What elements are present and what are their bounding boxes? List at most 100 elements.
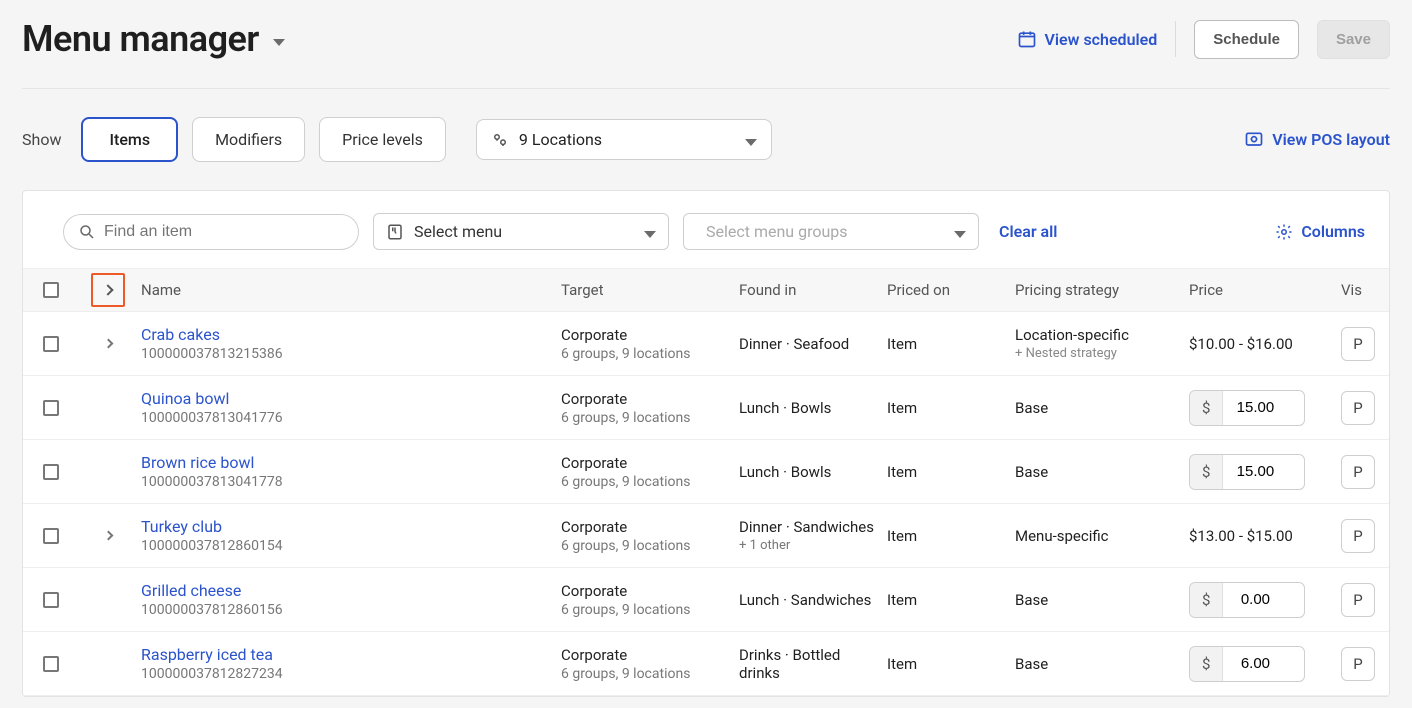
col-priced: Priced on	[883, 281, 1011, 299]
row-checkbox[interactable]	[43, 464, 59, 480]
show-label: Show	[22, 130, 61, 149]
chevron-right-icon	[102, 284, 113, 295]
table-row: Grilled cheese 100000037812860156 Corporat…	[23, 568, 1389, 632]
item-id: 100000037813041778	[141, 474, 553, 490]
col-name: Name	[137, 281, 557, 299]
currency-prefix: $	[1190, 647, 1223, 681]
found-in: Lunch · Bowls	[739, 463, 879, 481]
gear-icon	[1275, 223, 1293, 241]
tab-modifiers[interactable]: Modifiers	[192, 117, 305, 162]
visibility-button[interactable]: P	[1341, 583, 1375, 617]
currency-prefix: $	[1190, 391, 1223, 425]
tab-items[interactable]: Items	[81, 117, 178, 162]
chevron-right-icon[interactable]	[103, 531, 113, 541]
layout-icon	[1244, 130, 1264, 150]
item-name-link[interactable]: Grilled cheese	[141, 581, 553, 600]
col-visibility: Vis	[1337, 281, 1377, 299]
row-checkbox[interactable]	[43, 528, 59, 544]
item-name-link[interactable]: Quinoa bowl	[141, 389, 553, 408]
select-groups-label: Select menu groups	[706, 222, 954, 241]
item-id: 100000037813041776	[141, 410, 553, 426]
found-in: Dinner · Sandwiches	[739, 518, 879, 536]
select-menu[interactable]: Select menu	[373, 213, 669, 250]
price-input[interactable]	[1223, 647, 1287, 680]
priced-on: Item	[883, 591, 1011, 609]
item-name-link[interactable]: Raspberry iced tea	[141, 645, 553, 664]
priced-on: Item	[883, 399, 1011, 417]
schedule-button[interactable]: Schedule	[1194, 20, 1299, 59]
view-scheduled-button[interactable]: View scheduled	[1017, 29, 1158, 49]
currency-prefix: $	[1190, 583, 1223, 617]
table-row: Turkey club100000037812860154Corporate6 …	[23, 504, 1389, 568]
item-id: 100000037812860154	[141, 538, 553, 554]
page-title: Menu manager	[22, 18, 259, 60]
row-checkbox[interactable]	[43, 336, 59, 352]
pricing-strategy: Base	[1015, 399, 1181, 417]
separator	[1175, 21, 1176, 57]
search-wrap	[63, 214, 359, 250]
found-in: Lunch · Bowls	[739, 399, 879, 417]
target: Corporate	[561, 646, 731, 664]
found-in: Drinks · Bottled drinks	[739, 646, 879, 682]
clear-all-button[interactable]: Clear all	[999, 222, 1057, 241]
search-input[interactable]	[104, 223, 344, 241]
priced-on: Item	[883, 335, 1011, 353]
item-id: 100000037812827234	[141, 666, 553, 682]
found-in: Dinner · Seafood	[739, 335, 879, 353]
pricing-strategy: Menu-specific	[1015, 527, 1181, 545]
chevron-right-icon[interactable]	[103, 339, 113, 349]
target: Corporate	[561, 326, 731, 344]
price-input[interactable]	[1223, 455, 1287, 488]
price-input[interactable]	[1223, 391, 1287, 424]
tab-price-levels[interactable]: Price levels	[319, 117, 446, 162]
priced-on: Item	[883, 655, 1011, 673]
columns-button[interactable]: Columns	[1275, 222, 1365, 241]
pricing-strategy: Location-specific	[1015, 326, 1181, 344]
row-checkbox[interactable]	[43, 592, 59, 608]
locations-select[interactable]: 9 Locations	[476, 119, 772, 160]
menu-icon	[386, 223, 404, 241]
table-row: Quinoa bowl100000037813041776Corporate6 …	[23, 376, 1389, 440]
visibility-button[interactable]: P	[1341, 391, 1375, 425]
price-input-wrap: $	[1189, 454, 1305, 490]
target: Corporate	[561, 518, 731, 536]
select-all-checkbox[interactable]	[43, 282, 59, 298]
price-input-wrap: $	[1189, 582, 1305, 618]
table-row: Brown rice bowl 100000037813041778 Corpora…	[23, 440, 1389, 504]
item-name-link[interactable]: Turkey club	[141, 517, 553, 536]
select-menu-groups[interactable]: Select menu groups	[683, 213, 979, 250]
item-name-link[interactable]: Brown rice bowl	[141, 453, 553, 472]
price-input-wrap: $	[1189, 390, 1305, 426]
price-input[interactable]	[1223, 583, 1287, 616]
visibility-button[interactable]: P	[1341, 455, 1375, 489]
row-checkbox[interactable]	[43, 400, 59, 416]
row-checkbox[interactable]	[43, 656, 59, 672]
caret-down-icon	[273, 39, 285, 46]
pricing-strategy: Base	[1015, 463, 1181, 481]
columns-label: Columns	[1301, 222, 1365, 241]
location-pin-icon	[491, 131, 509, 149]
locations-label: 9 Locations	[519, 130, 745, 149]
view-pos-button[interactable]: View POS layout	[1244, 130, 1390, 150]
calendar-icon	[1017, 29, 1037, 49]
visibility-button[interactable]: P	[1341, 647, 1375, 681]
target-sub: 6 groups, 9 locations	[561, 474, 731, 490]
priced-on: Item	[883, 527, 1011, 545]
strategy-sub: + Nested strategy	[1015, 346, 1181, 361]
col-price: Price	[1185, 281, 1337, 299]
caret-down-icon	[745, 139, 757, 146]
visibility-button[interactable]: P	[1341, 519, 1375, 553]
page-title-dropdown[interactable]: Menu manager	[22, 18, 285, 60]
visibility-button[interactable]: P	[1341, 327, 1375, 361]
item-id: 100000037812860156	[141, 602, 553, 618]
target: Corporate	[561, 582, 731, 600]
table-row: Crab cakes100000037813215386Corporate6 g…	[23, 312, 1389, 376]
item-name-link[interactable]: Crab cakes	[141, 325, 553, 344]
target: Corporate	[561, 454, 731, 472]
items-card: Select menu Select menu groups Clear all…	[22, 190, 1390, 697]
search-icon	[78, 223, 96, 241]
target: Corporate	[561, 390, 731, 408]
found-in: Lunch · Sandwiches	[739, 591, 879, 609]
expand-all-toggle[interactable]	[91, 273, 125, 307]
pricing-strategy: Base	[1015, 655, 1181, 673]
